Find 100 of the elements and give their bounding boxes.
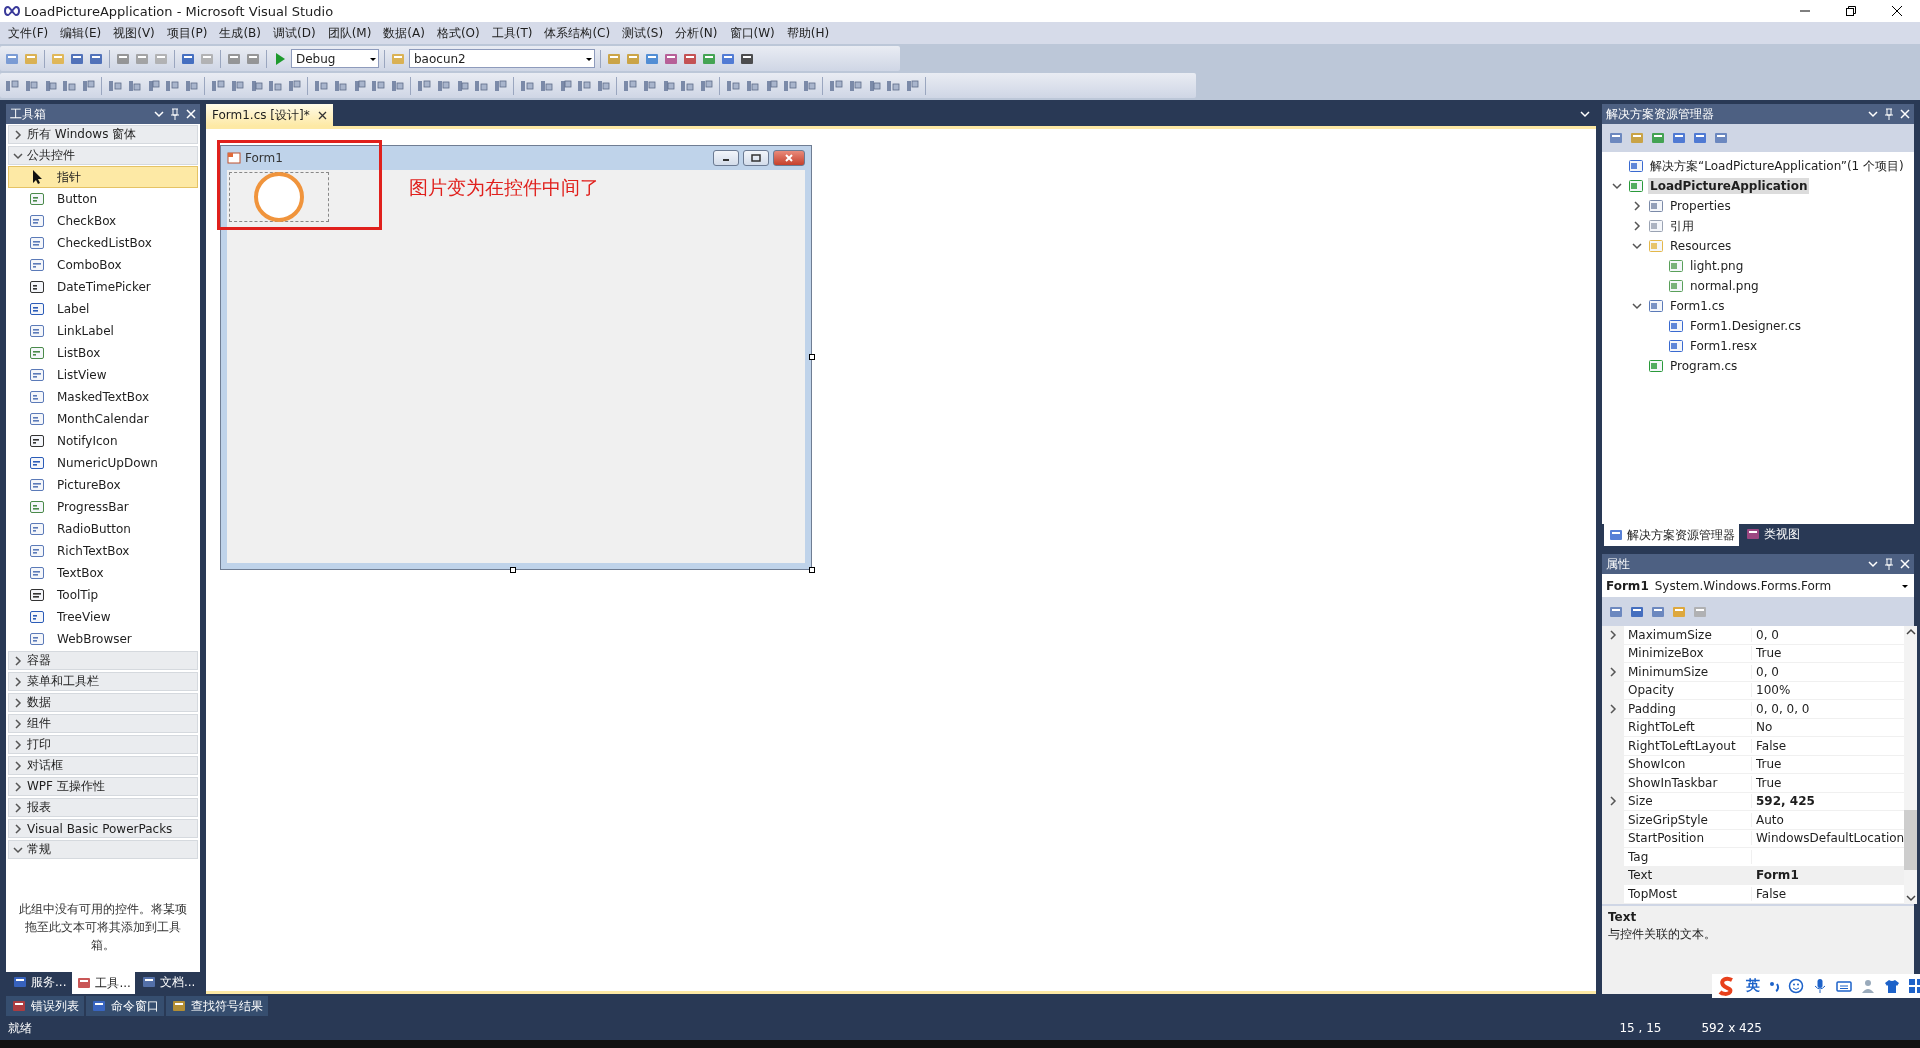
resize-handle[interactable] — [809, 567, 815, 573]
toolbox-item[interactable]: Button — [8, 188, 198, 210]
toolbox-item[interactable]: ListBox — [8, 342, 198, 364]
close-icon[interactable] — [317, 110, 327, 120]
menu-item[interactable]: 生成(B) — [213, 23, 267, 43]
toolbox-item[interactable]: PictureBox — [8, 474, 198, 496]
tree-item[interactable]: Form1.Designer.cs — [1688, 318, 1803, 334]
maximize-button[interactable] — [743, 150, 769, 166]
toolbox-item[interactable]: NotifyIcon — [8, 430, 198, 452]
toolbox-item[interactable]: DateTimePicker — [8, 276, 198, 298]
toolbox-group[interactable]: 所有 Windows 窗体 — [8, 125, 198, 144]
toolbox-item[interactable]: Label — [8, 298, 198, 320]
layout-icon[interactable] — [80, 77, 96, 94]
microphone-icon[interactable] — [1812, 978, 1828, 994]
property-row[interactable]: Tag — [1602, 848, 1905, 867]
toolbox-item[interactable]: 指针 — [8, 166, 198, 188]
chevron-right-icon[interactable] — [13, 823, 23, 834]
property-row[interactable]: RightToLeftLayout False — [1602, 737, 1905, 756]
grid-icon[interactable] — [1908, 978, 1920, 994]
scroll-thumb[interactable] — [1904, 810, 1918, 870]
configuration-dropdown[interactable]: Debug — [291, 49, 379, 68]
menu-item[interactable]: 视图(V) — [107, 23, 161, 43]
tree-item[interactable]: Resources — [1668, 238, 1734, 254]
layout-icon[interactable] — [698, 77, 714, 94]
toolbox-item[interactable]: ProgressBar — [8, 496, 198, 518]
toolbox-group[interactable]: 常规 — [8, 840, 198, 859]
toolbox-group[interactable]: 报表 — [8, 798, 198, 817]
chevron-right-icon[interactable] — [13, 781, 23, 792]
chevron-right-icon[interactable] — [13, 676, 23, 687]
chevron-right-icon[interactable] — [13, 655, 23, 666]
chevron-down-icon[interactable] — [154, 109, 164, 119]
menu-item[interactable]: 团队(M) — [321, 23, 378, 43]
toolbox-item[interactable]: MonthCalendar — [8, 408, 198, 430]
toolbox-item[interactable]: WebBrowser — [8, 628, 198, 650]
tree-item[interactable]: 解决方案“LoadPictureApplication”(1 个项目) — [1648, 156, 1906, 176]
close-button[interactable] — [773, 150, 805, 166]
menu-item[interactable]: 测试(S) — [616, 23, 670, 43]
layout-icon[interactable] — [416, 77, 432, 94]
chevron-down-icon[interactable] — [1580, 109, 1590, 119]
layout-icon[interactable] — [286, 77, 302, 94]
toolbox-item[interactable]: RichTextBox — [8, 540, 198, 562]
chevron-right-icon[interactable] — [13, 718, 23, 729]
resize-handle[interactable] — [809, 354, 815, 360]
toolbox-group[interactable]: 对话框 — [8, 756, 198, 775]
chevron-right-icon[interactable] — [1608, 703, 1618, 714]
chevron-right-icon[interactable] — [13, 760, 23, 771]
panel-tab[interactable]: 服务... — [8, 972, 71, 992]
picture-box[interactable] — [229, 172, 329, 222]
toolbox-group[interactable]: 菜单和工具栏 — [8, 672, 198, 691]
tree-item[interactable]: Form1.resx — [1688, 338, 1760, 354]
toolbox-item[interactable]: RadioButton — [8, 518, 198, 540]
minimize-button[interactable] — [713, 150, 739, 166]
layout-icon[interactable] — [828, 77, 844, 94]
property-row[interactable]: TopMost False — [1602, 885, 1905, 904]
scrollbar[interactable] — [1904, 626, 1918, 904]
property-row[interactable]: Padding 0, 0, 0, 0 — [1602, 700, 1905, 719]
toolbox-item[interactable]: TreeView — [8, 606, 198, 628]
menu-item[interactable]: 文件(F) — [2, 23, 55, 43]
chevron-right-icon[interactable] — [1608, 796, 1618, 807]
chevron-right-icon[interactable] — [13, 802, 23, 813]
control-icon[interactable] — [29, 587, 45, 603]
menu-item[interactable]: 帮助(H) — [780, 23, 836, 43]
control-icon[interactable] — [29, 279, 45, 295]
control-icon[interactable] — [29, 609, 45, 625]
user-icon[interactable] — [1860, 978, 1876, 994]
toolbox-group[interactable]: WPF 互操作性 — [8, 777, 198, 796]
control-icon[interactable] — [29, 301, 45, 317]
document-tab[interactable]: Form1.cs [设计]* — [206, 104, 333, 126]
toolbox-group[interactable]: 数据 — [8, 693, 198, 712]
keyboard-icon[interactable] — [1836, 978, 1852, 994]
menu-item[interactable]: 格式(O) — [430, 23, 486, 43]
property-row[interactable]: ShowInTaskbar True — [1602, 774, 1905, 793]
menu-item[interactable]: 调试(D) — [267, 23, 322, 43]
toolbox-group[interactable]: 组件 — [8, 714, 198, 733]
tree-item[interactable]: Program.cs — [1668, 358, 1740, 374]
tree-item[interactable]: 引用 — [1668, 216, 1696, 236]
resize-handle[interactable] — [510, 567, 516, 573]
panel-tab[interactable]: 类视图 — [1741, 524, 1804, 544]
toolbox-item[interactable]: ToolTip — [8, 584, 198, 606]
ime-mode[interactable]: 英 — [1746, 977, 1760, 995]
control-icon[interactable] — [29, 455, 45, 471]
toolbox-group[interactable]: 打印 — [8, 735, 198, 754]
tool-window-tab[interactable]: 查找符号结果 — [166, 996, 268, 1016]
chevron-down-icon[interactable] — [1632, 301, 1642, 311]
menu-item[interactable]: 项目(P) — [160, 23, 214, 43]
toolbox-item[interactable]: ListView — [8, 364, 198, 386]
menu-item[interactable]: 数据(A) — [377, 23, 431, 43]
chevron-right-icon[interactable] — [13, 697, 23, 708]
object-selector[interactable]: Form1 System.Windows.Forms.Form — [1602, 574, 1914, 598]
smiley-icon[interactable] — [1788, 978, 1804, 994]
tree-item[interactable]: light.png — [1688, 258, 1746, 274]
control-icon[interactable] — [29, 433, 45, 449]
scroll-down-icon[interactable] — [1905, 894, 1916, 902]
toolbox-item[interactable]: MaskedTextBox — [8, 386, 198, 408]
layout-icon[interactable] — [210, 77, 226, 94]
layout-icon[interactable] — [904, 77, 920, 94]
menu-item[interactable]: 体系结构(C) — [538, 23, 617, 43]
toolbox-item[interactable]: TextBox — [8, 562, 198, 584]
toolbox-item[interactable]: ComboBox — [8, 254, 198, 276]
chevron-right-icon[interactable] — [13, 129, 23, 140]
